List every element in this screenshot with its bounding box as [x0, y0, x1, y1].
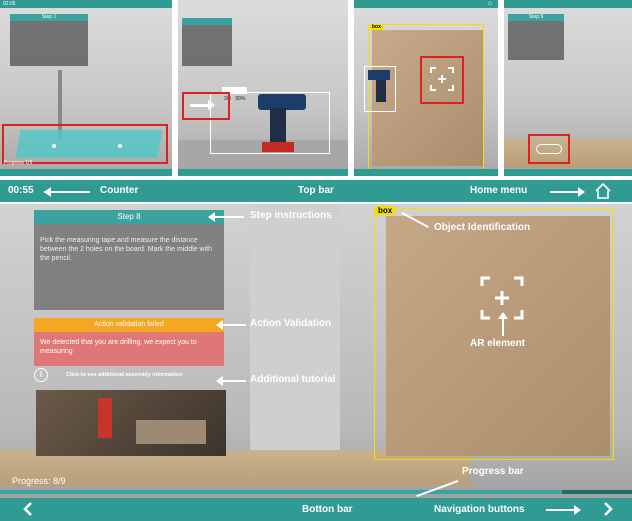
progress-bar-fill — [0, 490, 563, 494]
step-text: Pick the measuring tape and measure the … — [40, 237, 212, 262]
top-panel-3: ⌂ box — [354, 0, 498, 176]
validation-header: Action validation failed — [34, 318, 224, 332]
arrow-left-icon — [208, 212, 215, 222]
bottom-bar: Botton bar Navigation buttons — [0, 498, 632, 521]
arrow-up-icon — [498, 312, 508, 319]
home-menu-arrow — [550, 191, 580, 193]
annotation-progress-bar: Progress bar — [462, 466, 524, 477]
arrow-left-icon — [216, 320, 223, 330]
bottom-bar — [354, 169, 498, 176]
drill-battery — [262, 142, 294, 152]
instruction-card-title: Step 1 — [10, 14, 88, 21]
top-bar-label: Top bar — [298, 185, 334, 196]
arrow-right-icon — [574, 505, 581, 515]
instruction-card-title: Step 9 — [508, 14, 564, 21]
home-icon[interactable]: ⌂ — [488, 0, 492, 7]
bottom-bar — [504, 169, 632, 176]
status-bar: 02:05 — [0, 0, 172, 8]
counter-label: Counter — [100, 185, 139, 196]
door-frame — [250, 204, 340, 464]
annotation-object-identification: Object Identification — [434, 222, 531, 233]
top-bar-strip: 00:55 Counter Top bar Home menu — [0, 180, 632, 202]
drill-body — [368, 70, 390, 80]
progress-text: Progress: 8/9 — [12, 476, 66, 486]
instruction-card: Step 9 — [508, 14, 564, 60]
navigation-label: Navigation buttons — [434, 504, 525, 515]
annotation-step-instructions: Step instructions — [250, 210, 332, 221]
info-icon[interactable]: i — [34, 368, 48, 382]
home-menu-label: Home menu — [470, 185, 528, 196]
annotation-additional-tutorial: Additional tutorial — [250, 374, 336, 385]
status-bar — [504, 0, 632, 8]
bottom-bar-label: Botton bar — [302, 504, 353, 515]
annotation-arrow — [222, 324, 246, 326]
status-bar: ⌂ — [354, 0, 498, 8]
validation-panel: We detected that you are drilling, we ex… — [34, 332, 224, 366]
validation-text: We detected that you are drilling, we ex… — [40, 339, 197, 355]
badge-percent: 99% — [235, 96, 246, 102]
step-header: Step 8 — [34, 210, 224, 224]
drill-handle — [270, 108, 286, 144]
instruction-card-title — [182, 18, 232, 25]
drill-in-video — [98, 398, 112, 438]
progress-bar-track — [0, 490, 632, 494]
annotation-arrow — [502, 318, 504, 336]
top-panel-1: 02:05 Step 1 Progress 1/9 — [0, 0, 172, 176]
main-screenshot: box Step 8 Pick the measuring tape and m… — [0, 204, 632, 521]
ar-crosshair-icon — [430, 67, 454, 91]
tutorial-camera-icon[interactable] — [536, 144, 562, 154]
tutorial-video-thumbnail[interactable] — [36, 390, 226, 456]
nav-back-button[interactable] — [20, 501, 36, 517]
instruction-card — [182, 18, 232, 66]
annotation-arrow — [222, 380, 246, 382]
top-panel-2: 3/4 99% — [178, 0, 348, 176]
box-identification-frame — [374, 208, 614, 460]
bottom-bar — [0, 169, 172, 176]
status-time: 02:05 — [3, 1, 16, 7]
annotation-action-validation: Action Validation — [250, 318, 332, 329]
progress-label: Progress 1/9 — [4, 160, 33, 166]
annotation-ar-element: AR element — [470, 338, 526, 349]
navigation-arrow — [546, 509, 576, 511]
counter-value: 00:55 — [8, 185, 34, 196]
box-tag: box — [370, 24, 383, 30]
nav-forward-button[interactable] — [600, 501, 616, 517]
bottom-bar — [178, 169, 348, 176]
highlight-board — [2, 124, 168, 164]
box-tag: box — [375, 206, 396, 215]
arrow-left-icon — [216, 376, 223, 386]
annotation-arrow — [214, 216, 244, 218]
top-panel-4: Step 9 — [504, 0, 632, 176]
arrow-left-icon — [44, 187, 51, 197]
drill-handle — [376, 80, 386, 102]
tutorial-link[interactable]: Click to see additional assembly informa… — [66, 372, 182, 378]
instruction-card: Step 1 — [10, 14, 88, 66]
home-icon[interactable] — [594, 182, 612, 200]
step-instructions-panel: Step 8 Pick the measuring tape and measu… — [34, 210, 224, 310]
arrow-shaft — [190, 104, 210, 107]
hands-in-video — [136, 420, 206, 444]
arrow-right-icon — [208, 100, 215, 110]
arrow-right-icon — [578, 187, 585, 197]
